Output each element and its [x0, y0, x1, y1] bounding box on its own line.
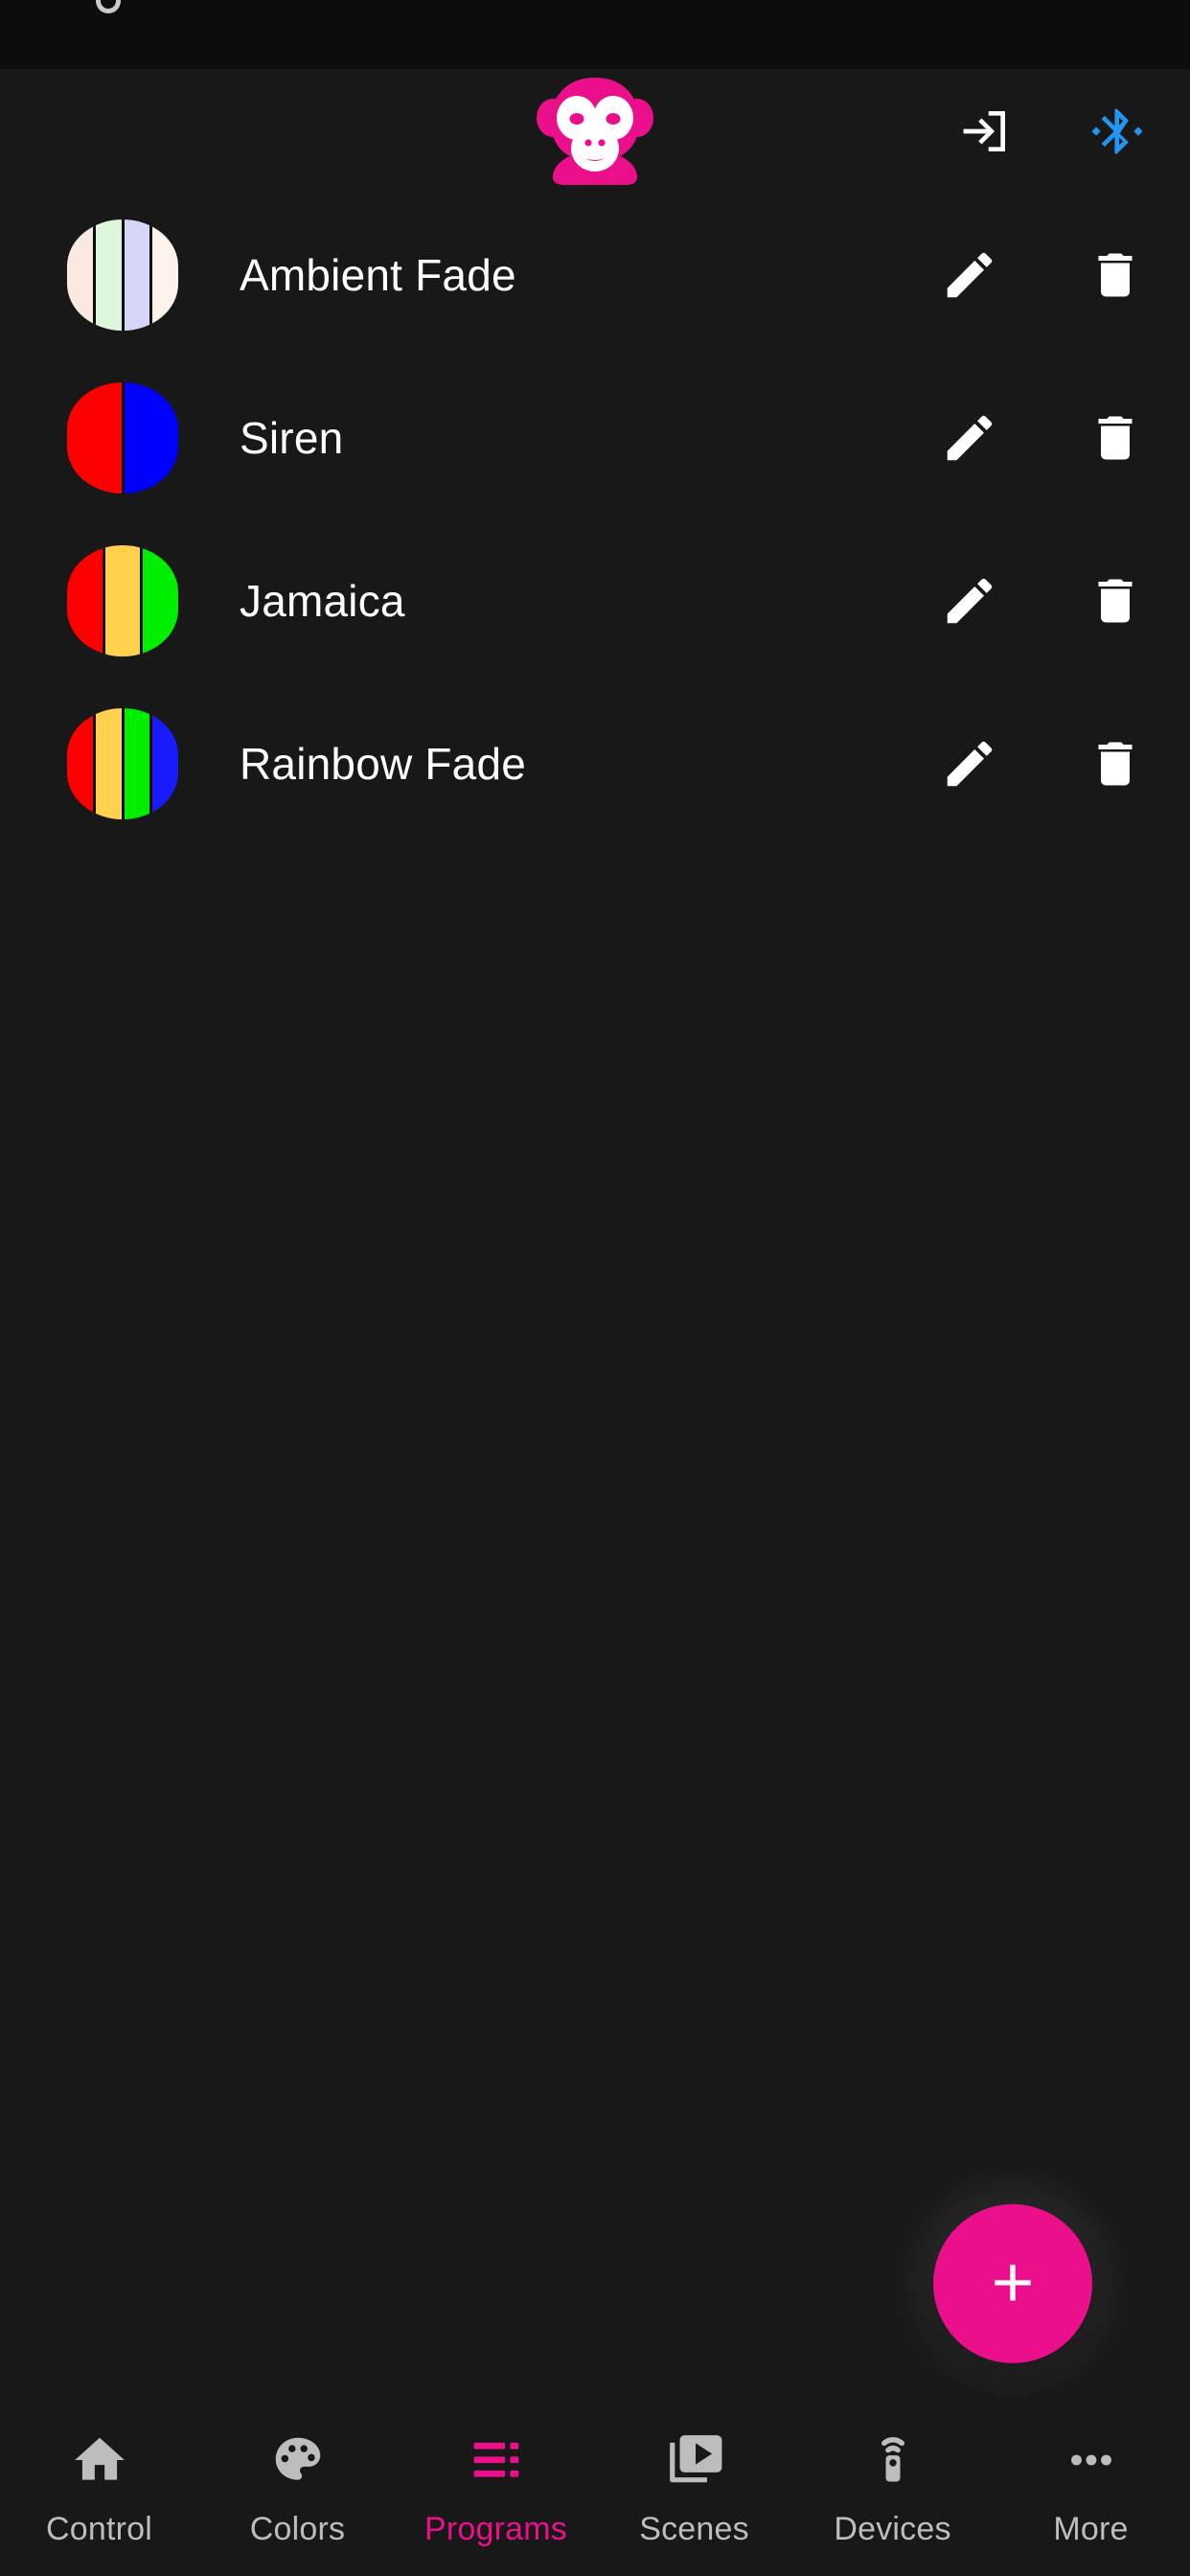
row-actions	[937, 568, 1148, 633]
delete-icon[interactable]	[1083, 405, 1148, 471]
nav-label-programs: Programs	[424, 2511, 567, 2547]
program-list: Ambient Fade Siren Jamaica Rainbow Fade	[0, 194, 1190, 845]
swatch-band	[67, 382, 122, 494]
nav-item-colors[interactable]: Colors	[198, 2425, 397, 2548]
delete-icon[interactable]	[1083, 568, 1148, 633]
remote-icon	[863, 2425, 923, 2496]
nav-item-control[interactable]: Control	[0, 2425, 198, 2548]
swatch-2	[67, 545, 178, 656]
program-name: Siren	[240, 413, 344, 463]
status-bar-indicator-icon	[96, 0, 121, 13]
row-actions	[937, 405, 1148, 471]
add-program-fab[interactable]	[933, 2204, 1092, 2363]
table-row[interactable]: Siren	[0, 356, 1190, 519]
nav-item-devices[interactable]: Devices	[793, 2425, 992, 2548]
table-row[interactable]: Jamaica	[0, 519, 1190, 682]
swatch-band	[67, 545, 103, 656]
program-color-swatch	[67, 219, 178, 331]
delete-icon[interactable]	[1083, 731, 1148, 796]
playlist-icon	[467, 2425, 526, 2496]
nav-item-programs[interactable]: Programs	[397, 2425, 595, 2548]
swatch-band	[67, 708, 93, 819]
bottom-navigation: Control Colors Programs Scenes Devices M…	[0, 2405, 1190, 2576]
program-name: Rainbow Fade	[240, 739, 527, 789]
swatch-1	[67, 382, 178, 494]
app-bar-actions	[958, 104, 1144, 158]
nav-label-more: More	[1053, 2511, 1129, 2547]
swatch-3	[67, 708, 178, 819]
swatch-band	[67, 219, 93, 331]
nav-label-devices: Devices	[834, 2511, 951, 2547]
table-row[interactable]: Ambient Fade	[0, 194, 1190, 356]
swatch-band	[121, 219, 150, 331]
swatch-0	[67, 219, 178, 331]
edit-icon[interactable]	[937, 731, 1002, 796]
nav-label-control: Control	[45, 2511, 152, 2547]
video-library-icon	[665, 2425, 724, 2496]
swatch-band	[140, 545, 178, 656]
more-horizontal-icon	[1062, 2425, 1121, 2496]
table-row[interactable]: Rainbow Fade	[0, 682, 1190, 845]
swatch-band	[121, 382, 178, 494]
row-actions	[937, 731, 1148, 796]
nav-item-more[interactable]: More	[992, 2425, 1190, 2548]
edit-icon[interactable]	[937, 242, 1002, 308]
program-name: Ambient Fade	[240, 250, 516, 300]
row-actions	[937, 242, 1148, 308]
program-color-swatch	[67, 545, 178, 656]
program-color-swatch	[67, 382, 178, 494]
palette-icon	[268, 2425, 328, 2496]
monkey-logo-icon	[536, 76, 654, 187]
swatch-band	[92, 708, 122, 819]
app-bar	[0, 69, 1190, 194]
swatch-band	[102, 545, 141, 656]
plus-icon	[982, 2252, 1043, 2316]
swatch-band	[92, 219, 122, 331]
delete-icon[interactable]	[1083, 242, 1148, 308]
nav-label-colors: Colors	[249, 2511, 346, 2547]
home-icon	[70, 2425, 129, 2496]
edit-icon[interactable]	[937, 568, 1002, 633]
nav-label-scenes: Scenes	[639, 2511, 749, 2547]
swatch-band	[149, 708, 178, 819]
bluetooth-icon[interactable]	[1090, 104, 1144, 158]
swatch-band	[149, 219, 178, 331]
program-name: Jamaica	[240, 576, 405, 626]
app-screen: Ambient Fade Siren Jamaica Rainbow Fade …	[0, 0, 1190, 2576]
program-color-swatch	[67, 708, 178, 819]
nav-item-scenes[interactable]: Scenes	[595, 2425, 793, 2548]
edit-icon[interactable]	[937, 405, 1002, 471]
login-icon[interactable]	[958, 104, 1012, 158]
status-bar	[0, 0, 1190, 69]
swatch-band	[121, 708, 150, 819]
